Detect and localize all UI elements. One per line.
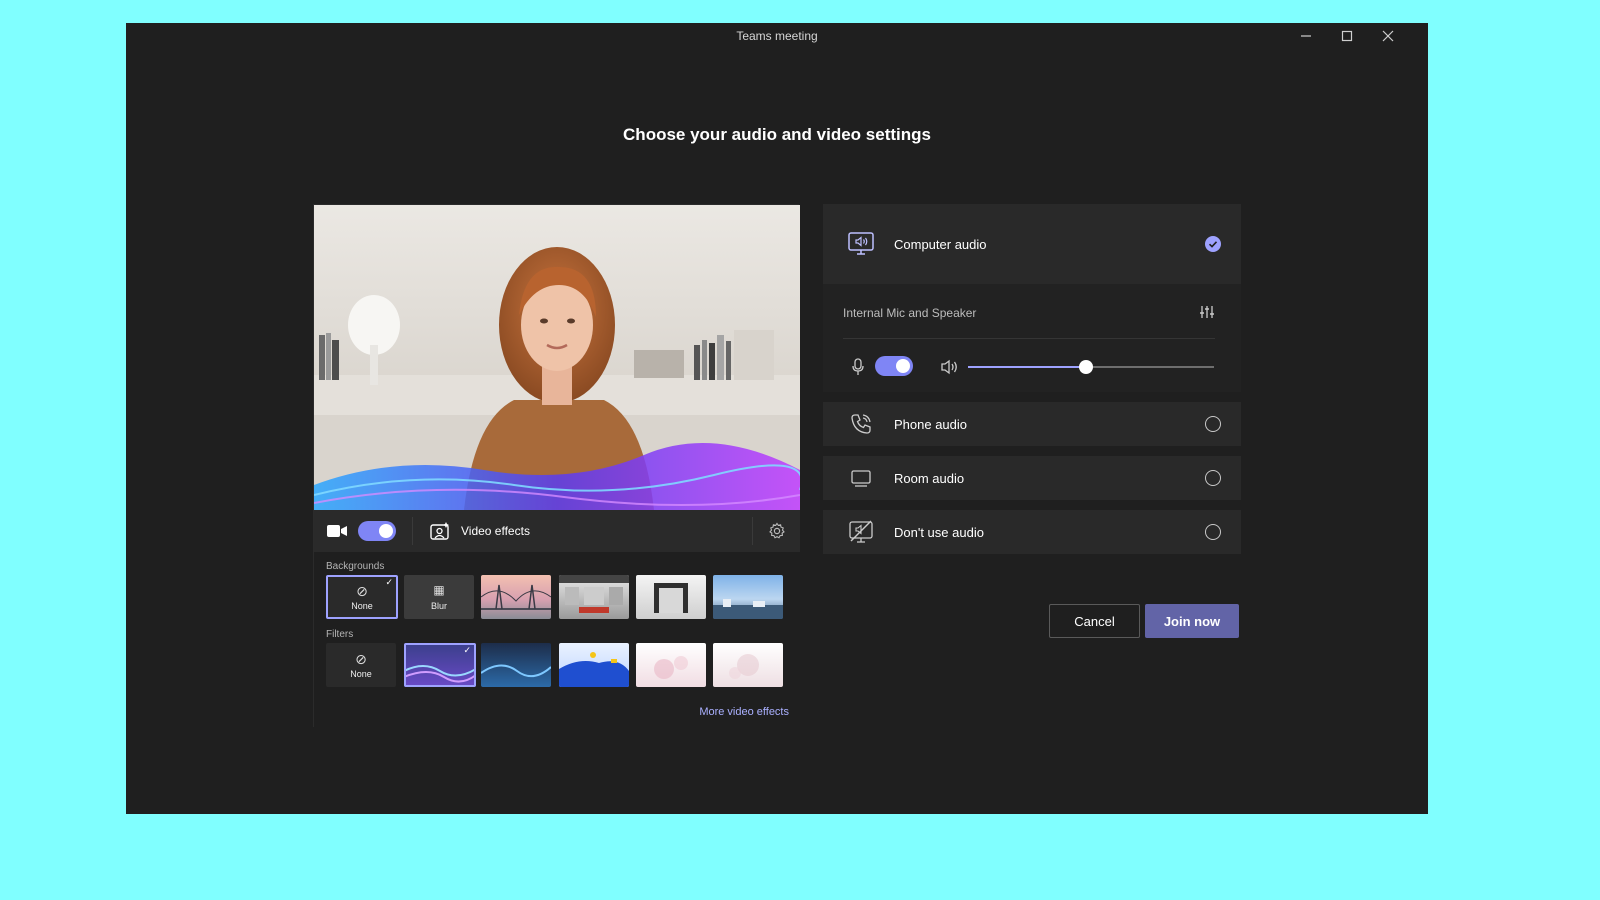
background-none-label: None xyxy=(351,601,373,611)
close-button[interactable] xyxy=(1368,23,1408,49)
camera-preview-image xyxy=(314,205,800,510)
filter-blue-wave[interactable] xyxy=(481,643,551,687)
phone-audio-label: Phone audio xyxy=(894,416,968,432)
room-audio-radio[interactable] xyxy=(1205,470,1221,486)
divider xyxy=(412,517,413,545)
speaker-off-icon xyxy=(849,520,873,543)
computer-audio-label: Computer audio xyxy=(894,236,987,252)
no-audio-icon-wrap xyxy=(847,518,875,546)
close-icon xyxy=(1382,30,1394,42)
background-bridge[interactable] xyxy=(481,575,551,619)
phone-audio-icon-wrap xyxy=(847,410,875,438)
bridge-image xyxy=(481,584,551,610)
no-audio-label: Don't use audio xyxy=(894,524,984,540)
teams-window: Teams meeting Choose your audio and vide… xyxy=(126,23,1428,814)
microphone-toggle-knob xyxy=(896,359,910,373)
phone-icon xyxy=(851,414,871,434)
maximize-icon xyxy=(1341,30,1353,42)
computer-audio-option[interactable]: Computer audio xyxy=(823,204,1241,284)
filter-purple-wave[interactable]: ✓ xyxy=(404,643,476,687)
video-effects-panel: Backgrounds ⊘ None ✓ ▦ Blur Filters ⊘ No… xyxy=(314,552,800,728)
none-icon: ⊘ xyxy=(355,651,367,667)
room-display-icon xyxy=(851,470,871,487)
speaker-volume-slider[interactable] xyxy=(968,360,1214,374)
filter-confetti[interactable] xyxy=(559,643,629,687)
computer-audio-radio[interactable] xyxy=(1205,236,1221,252)
filters-label: Filters xyxy=(326,629,354,640)
device-settings-gear-icon[interactable] xyxy=(768,522,786,540)
divider xyxy=(843,338,1215,339)
video-panel: Video effects Backgrounds ⊘ None ✓ ▦ Blu… xyxy=(313,204,800,728)
microphone-icon xyxy=(852,358,864,375)
more-video-effects-link[interactable]: More video effects xyxy=(699,706,789,718)
window-title: Teams meeting xyxy=(736,29,818,43)
camera-toggle-knob xyxy=(379,524,393,538)
speaker-volume-handle[interactable] xyxy=(1079,360,1094,374)
background-office[interactable] xyxy=(559,575,629,619)
camera-toggle[interactable] xyxy=(358,521,396,541)
video-effects-button[interactable]: Video effects xyxy=(429,521,530,541)
audio-device-settings: Internal Mic and Speaker xyxy=(823,284,1241,392)
background-city[interactable] xyxy=(713,575,783,619)
room-audio-icon-wrap xyxy=(847,464,875,492)
join-now-button[interactable]: Join now xyxy=(1145,604,1239,638)
minimize-icon xyxy=(1301,35,1311,37)
filter-none-label: None xyxy=(350,669,372,679)
cancel-button[interactable]: Cancel xyxy=(1049,604,1140,638)
blue-wave-image xyxy=(481,664,551,678)
blur-icon: ▦ xyxy=(433,583,445,597)
minimize-button[interactable] xyxy=(1286,23,1326,49)
check-icon: ✓ xyxy=(385,577,393,587)
no-audio-radio[interactable] xyxy=(1205,524,1221,540)
microphone-toggle[interactable] xyxy=(875,356,913,376)
confetti-image xyxy=(559,652,629,687)
video-effects-label: Video effects xyxy=(461,524,530,538)
camera-preview xyxy=(314,205,800,510)
pink-light-image xyxy=(654,656,688,679)
computer-audio-icon-wrap xyxy=(847,230,875,258)
room-image xyxy=(654,583,688,613)
room-audio-label: Room audio xyxy=(894,470,965,486)
speaker-volume-fill xyxy=(968,366,1087,368)
computer-speaker-icon xyxy=(848,232,874,255)
soft-light-image xyxy=(729,654,759,679)
filter-pink-light[interactable] xyxy=(636,643,706,687)
office-image xyxy=(559,575,629,613)
speaker-icon xyxy=(941,359,957,375)
phone-audio-option[interactable]: Phone audio xyxy=(823,402,1241,446)
check-icon: ✓ xyxy=(463,645,471,655)
maximize-button[interactable] xyxy=(1327,23,1367,49)
divider xyxy=(752,517,753,545)
no-audio-option[interactable]: Don't use audio xyxy=(823,510,1241,554)
video-effects-icon xyxy=(430,522,449,540)
filter-soft-light[interactable] xyxy=(713,643,783,687)
background-none[interactable]: ⊘ None ✓ xyxy=(326,575,398,619)
background-room[interactable] xyxy=(636,575,706,619)
audio-device-name: Internal Mic and Speaker xyxy=(843,306,977,320)
filter-none[interactable]: ⊘ None xyxy=(326,643,396,687)
audio-settings-sliders-icon[interactable] xyxy=(1199,304,1215,320)
background-blur[interactable]: ▦ Blur xyxy=(404,575,474,619)
phone-audio-radio[interactable] xyxy=(1205,416,1221,432)
city-image xyxy=(713,599,783,619)
check-icon xyxy=(1208,241,1218,248)
backgrounds-label: Backgrounds xyxy=(326,561,385,572)
title-bar: Teams meeting xyxy=(126,23,1428,49)
page-title: Choose your audio and video settings xyxy=(623,125,931,144)
video-toolbar: Video effects xyxy=(314,510,800,552)
room-audio-option[interactable]: Room audio xyxy=(823,456,1241,500)
background-blur-label: Blur xyxy=(430,601,447,611)
camera-icon xyxy=(327,525,347,537)
